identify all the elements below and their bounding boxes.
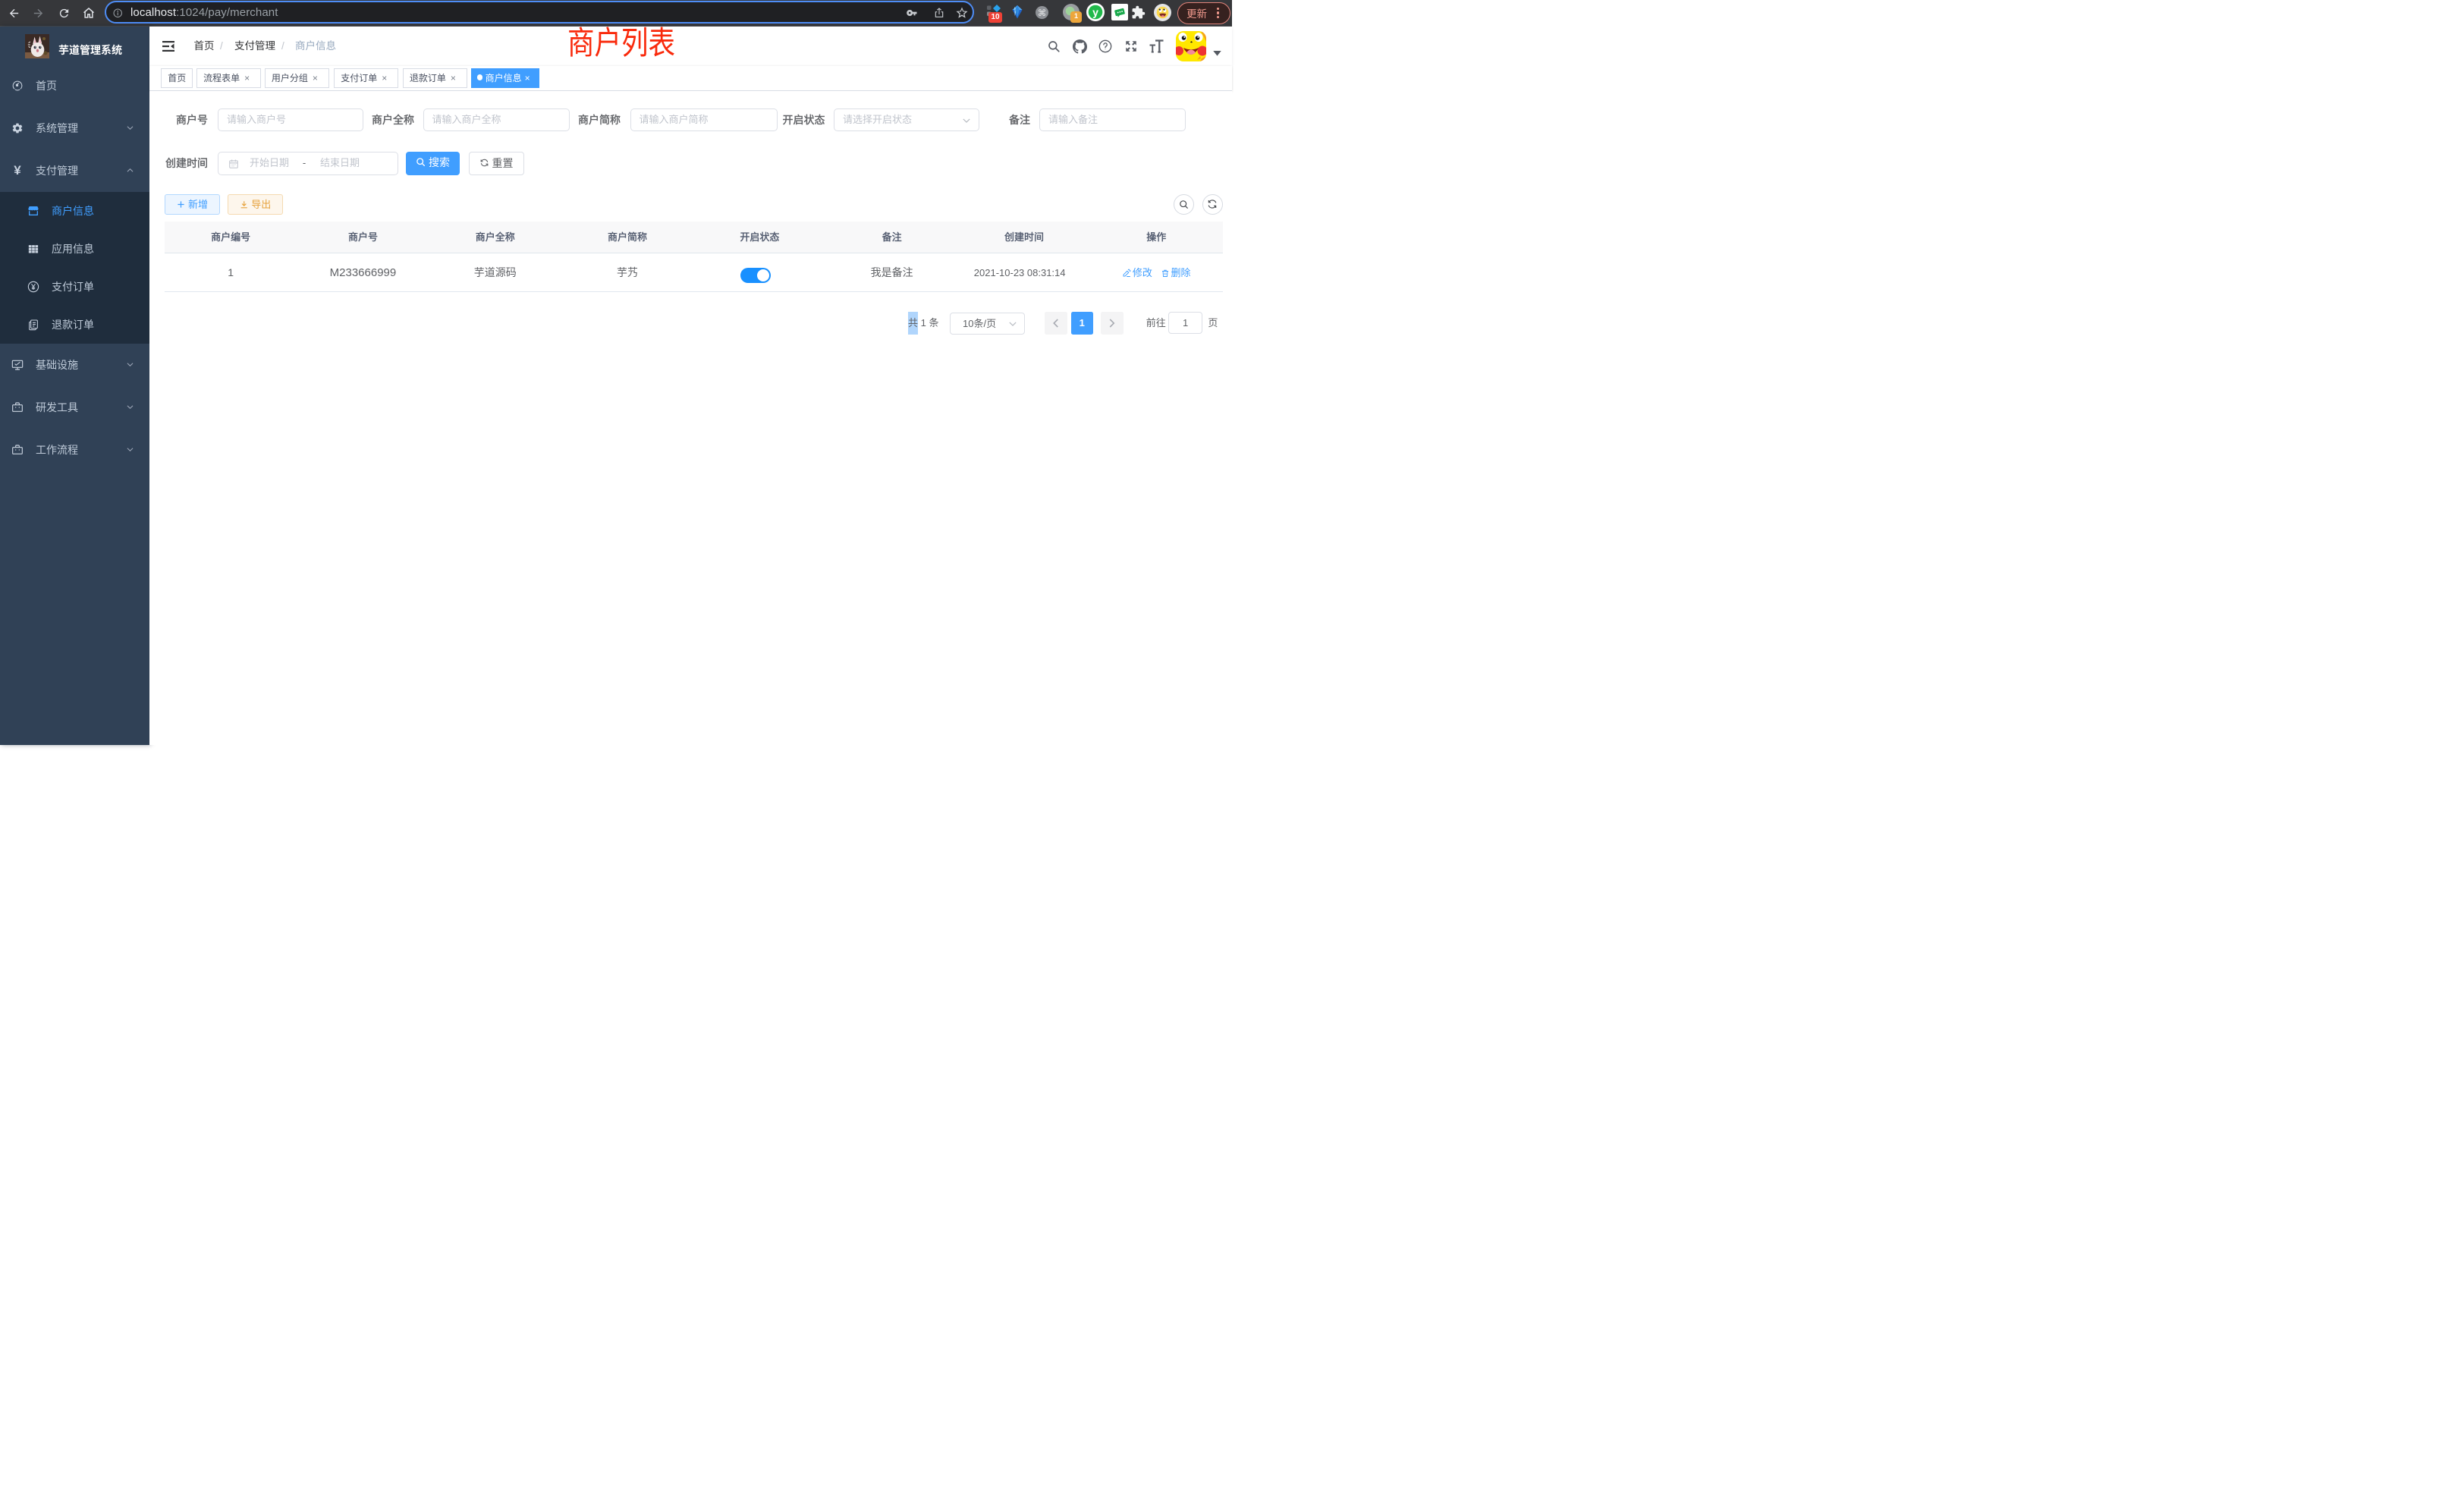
svg-text:y: y	[1092, 6, 1098, 18]
svg-text:⌘: ⌘	[1038, 8, 1047, 17]
